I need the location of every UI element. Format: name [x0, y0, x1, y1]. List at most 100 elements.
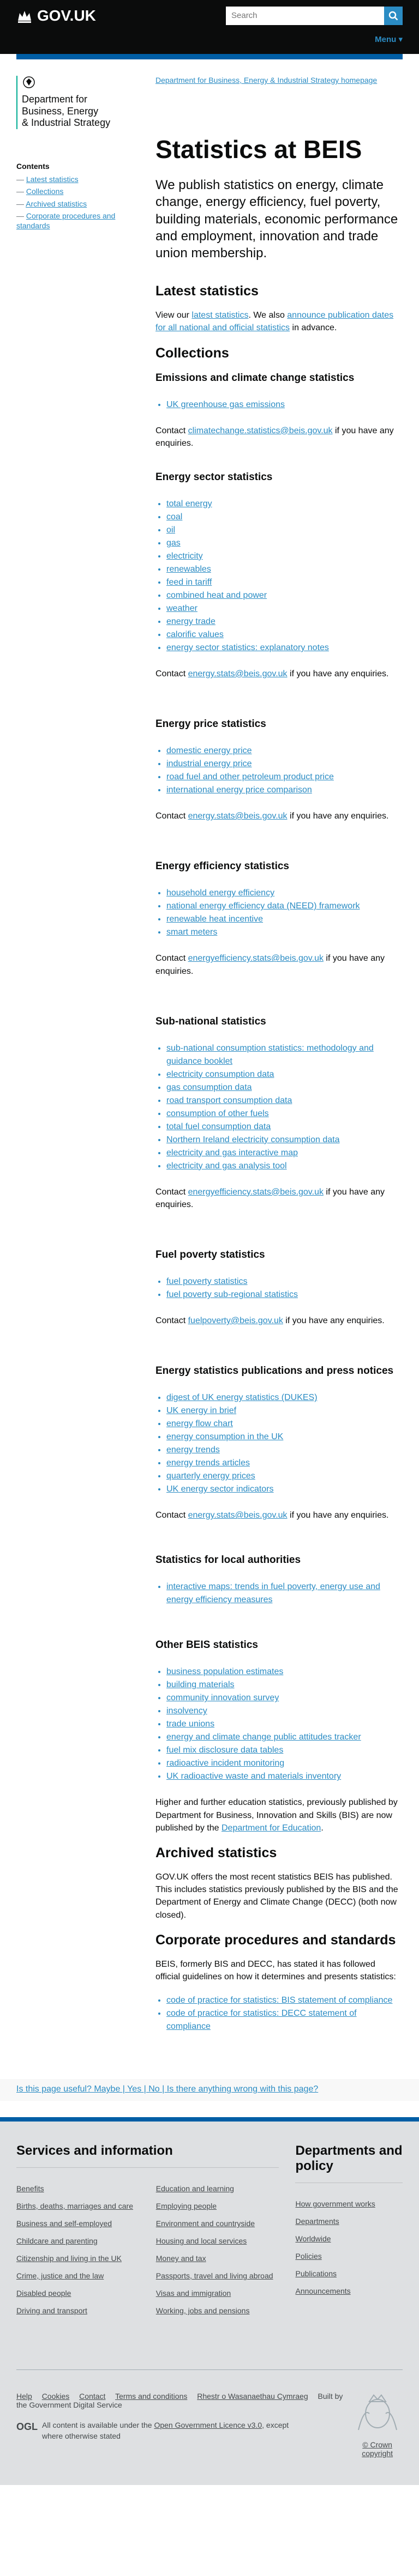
collection-link[interactable]: UK greenhouse gas emissions — [166, 400, 285, 409]
collection-link[interactable]: sub-national consumption statistics: met… — [166, 1044, 374, 1066]
collection-link[interactable]: UK energy in brief — [166, 1406, 236, 1415]
collection-link[interactable]: radioactive incident monitoring — [166, 1759, 284, 1768]
compliance-link[interactable]: code of practice for statistics: DECC st… — [166, 2009, 357, 2031]
collection-link[interactable]: renewables — [166, 565, 211, 574]
contact-email-link[interactable]: energyefficiency.stats@beis.gov.uk — [188, 1187, 324, 1197]
footer-service-link[interactable]: Employing people — [156, 2202, 279, 2210]
collection-link[interactable]: national energy efficiency data (NEED) f… — [166, 901, 360, 911]
collection-link[interactable]: electricity consumption data — [166, 1070, 274, 1079]
footer-service-link[interactable]: Money and tax — [156, 2254, 279, 2263]
contact-email-link[interactable]: energy.stats@beis.gov.uk — [188, 811, 288, 821]
contact-email-link[interactable]: energyefficiency.stats@beis.gov.uk — [188, 954, 324, 963]
collection-link[interactable]: fuel poverty statistics — [166, 1277, 248, 1286]
collection-link[interactable]: feed in tariff — [166, 578, 212, 587]
menu-button[interactable]: Menu ▾ — [375, 34, 403, 44]
collection-link[interactable]: coal — [166, 512, 182, 522]
collection-link[interactable]: fuel poverty sub-regional statistics — [166, 1290, 298, 1299]
search-button[interactable] — [384, 6, 403, 25]
collection-link[interactable]: community innovation survey — [166, 1693, 279, 1702]
collection-link[interactable]: weather — [166, 604, 197, 613]
collection-link[interactable]: energy sector statistics: explanatory no… — [166, 643, 329, 652]
footer-service-link[interactable]: Benefits — [16, 2184, 140, 2193]
collection-link[interactable]: calorific values — [166, 630, 224, 639]
contents-link-latest[interactable]: Latest statistics — [26, 175, 79, 184]
footer-dept-link[interactable]: Publications — [295, 2269, 337, 2278]
open-government-licence-link[interactable]: Open Government Licence v3.0 — [154, 2421, 262, 2429]
footer-dept-link[interactable]: Worldwide — [295, 2234, 331, 2243]
footer-service-link[interactable]: Passports, travel and living abroad — [156, 2271, 279, 2280]
contact-email-link[interactable]: fuelpoverty@beis.gov.uk — [188, 1316, 283, 1325]
collection-link[interactable]: UK energy sector indicators — [166, 1484, 274, 1494]
collection-link[interactable]: road fuel and other petroleum product pr… — [166, 772, 334, 781]
collection-link[interactable]: Northern Ireland electricity consumption… — [166, 1135, 340, 1144]
footer-dept-link[interactable]: How government works — [295, 2199, 375, 2208]
footer-help-link[interactable]: Help — [16, 2392, 32, 2401]
footer-service-link[interactable]: Visas and immigration — [156, 2289, 279, 2298]
footer-dept-link[interactable]: Policies — [295, 2252, 321, 2260]
contact-email-link[interactable]: climatechange.statistics@beis.gov.uk — [188, 426, 333, 435]
department-for-education-link[interactable]: Department for Education — [222, 1823, 321, 1833]
collection-link[interactable]: international energy price comparison — [166, 785, 312, 795]
collection-link[interactable]: combined heat and power — [166, 591, 267, 600]
collection-link[interactable]: electricity and gas analysis tool — [166, 1161, 287, 1171]
collection-link[interactable]: fuel mix disclosure data tables — [166, 1745, 283, 1755]
collection-link[interactable]: building materials — [166, 1680, 235, 1689]
collection-link[interactable]: UK radioactive waste and materials inven… — [166, 1772, 341, 1781]
footer-contact-link[interactable]: Contact — [79, 2392, 105, 2401]
contact-email-link[interactable]: energy.stats@beis.gov.uk — [188, 669, 288, 678]
footer-service-link[interactable]: Citizenship and living in the UK — [16, 2254, 140, 2263]
collection-link[interactable]: interactive maps: trends in fuel poverty… — [166, 1582, 380, 1604]
footer-terms-link[interactable]: Terms and conditions — [115, 2392, 187, 2401]
collection-link[interactable]: oil — [166, 525, 175, 535]
collection-link[interactable]: domestic energy price — [166, 746, 252, 755]
footer-welsh-link[interactable]: Rhestr o Wasanaethau Cymraeg — [197, 2392, 308, 2401]
collection-link[interactable]: energy trends articles — [166, 1458, 250, 1468]
footer-service-link[interactable]: Environment and countryside — [156, 2219, 279, 2228]
collection-link[interactable]: energy and climate change public attitud… — [166, 1732, 361, 1742]
collection-link[interactable]: energy trends — [166, 1445, 220, 1454]
footer-cookies-link[interactable]: Cookies — [42, 2392, 70, 2401]
search-input[interactable] — [226, 6, 384, 25]
collection-link[interactable]: quarterly energy prices — [166, 1471, 255, 1481]
collection-link[interactable]: road transport consumption data — [166, 1096, 292, 1105]
collection-link[interactable]: total energy — [166, 499, 212, 508]
collection-link[interactable]: gas consumption data — [166, 1083, 252, 1092]
contents-link-collections[interactable]: Collections — [26, 187, 63, 196]
collection-link[interactable]: trade unions — [166, 1719, 214, 1729]
org-homepage-link[interactable]: Department for Business, Energy & Indust… — [155, 76, 401, 84]
collection-link[interactable]: energy trade — [166, 617, 216, 626]
footer-service-link[interactable]: Business and self-employed — [16, 2219, 140, 2228]
collection-link[interactable]: smart meters — [166, 928, 217, 937]
collection-link[interactable]: electricity and gas interactive map — [166, 1148, 298, 1157]
govuk-logo-link[interactable]: GOV.UK — [16, 7, 96, 25]
footer-service-link[interactable]: Education and learning — [156, 2184, 279, 2193]
footer-service-link[interactable]: Crime, justice and the law — [16, 2271, 140, 2280]
footer-service-link[interactable]: Driving and transport — [16, 2306, 140, 2315]
footer-service-link[interactable]: Disabled people — [16, 2289, 140, 2298]
contents-link-archived[interactable]: Archived statistics — [26, 199, 87, 208]
feedback-link[interactable]: Is this page useful? Maybe | Yes | No | … — [16, 2084, 318, 2094]
collection-link[interactable]: electricity — [166, 551, 203, 561]
collection-link[interactable]: energy consumption in the UK — [166, 1432, 283, 1441]
latest-statistics-link[interactable]: latest statistics — [191, 311, 248, 320]
compliance-link[interactable]: code of practice for statistics: BIS sta… — [166, 1996, 392, 2005]
footer-service-link[interactable]: Working, jobs and pensions — [156, 2306, 279, 2315]
collection-link[interactable]: household energy efficiency — [166, 888, 274, 898]
footer-service-link[interactable]: Births, deaths, marriages and care — [16, 2202, 140, 2210]
contents-link-corporate[interactable]: Corporate procedures and standards — [16, 211, 115, 230]
collection-link[interactable]: business population estimates — [166, 1667, 283, 1676]
collection-link[interactable]: total fuel consumption data — [166, 1122, 271, 1131]
collection-link[interactable]: digest of UK energy statistics (DUKES) — [166, 1393, 318, 1402]
collection-link[interactable]: renewable heat incentive — [166, 914, 263, 924]
collection-link[interactable]: consumption of other fuels — [166, 1109, 269, 1118]
footer-service-link[interactable]: Housing and local services — [156, 2236, 279, 2245]
crown-copyright-link[interactable]: © Crown copyright — [352, 2440, 403, 2458]
collection-link[interactable]: industrial energy price — [166, 759, 252, 768]
footer-service-link[interactable]: Childcare and parenting — [16, 2236, 140, 2245]
collection-link[interactable]: gas — [166, 538, 181, 548]
organisation-logo[interactable]: Department for Business, Energy & Indust… — [16, 76, 147, 129]
footer-dept-link[interactable]: Departments — [295, 2217, 339, 2226]
contact-email-link[interactable]: energy.stats@beis.gov.uk — [188, 1511, 288, 1520]
collection-link[interactable]: energy flow chart — [166, 1419, 233, 1428]
footer-dept-link[interactable]: Announcements — [295, 2287, 350, 2295]
